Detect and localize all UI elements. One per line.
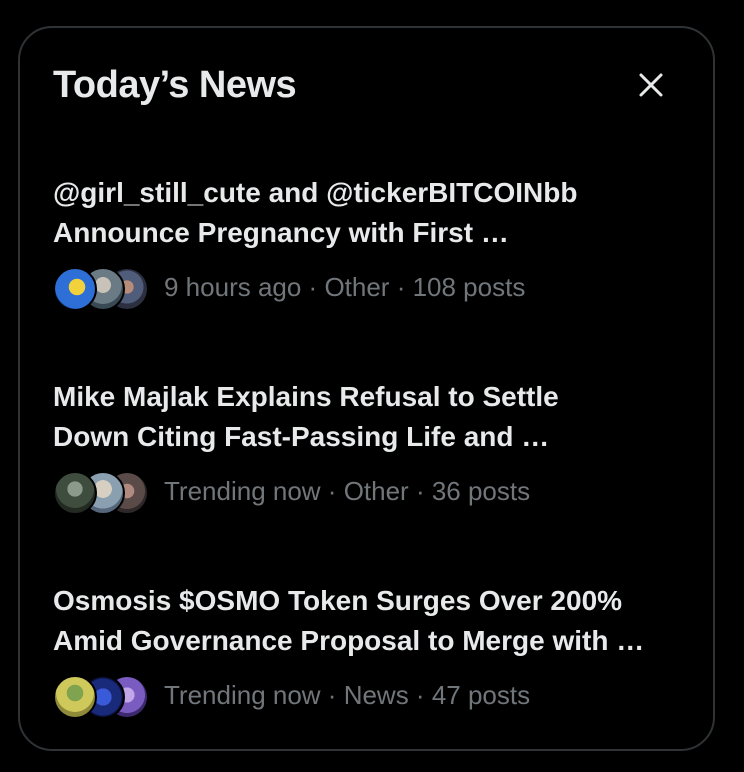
meta-separator: · (301, 272, 325, 302)
panel-title: Today’s News (53, 64, 297, 106)
news-post-count: 108 posts (412, 272, 526, 302)
news-headline: @girl_still_cute and @tickerBITCOINbb An… (53, 177, 578, 248)
news-meta-text: 9 hours ago · Other · 108 posts (164, 272, 525, 303)
news-post-count: 36 posts (431, 476, 531, 506)
meta-separator: · (389, 272, 413, 302)
avatar-stack (53, 675, 149, 721)
news-meta: Trending now · News · 47 posts (53, 673, 693, 721)
meta-separator: · (320, 680, 344, 710)
news-time: Trending now (164, 680, 321, 710)
close-button[interactable] (631, 65, 671, 105)
todays-news-panel: Today’s News @girl_still_cute and @ticke… (18, 26, 715, 751)
news-time: 9 hours ago (164, 272, 302, 302)
news-post-count: 47 posts (431, 680, 531, 710)
avatar (53, 267, 97, 311)
news-meta-text: Trending now · Other · 36 posts (164, 476, 530, 507)
news-headline: Mike Majlak Explains Refusal to Settle D… (53, 381, 559, 452)
meta-separator: · (408, 680, 432, 710)
news-category: Other (343, 476, 409, 506)
news-meta: 9 hours ago · Other · 108 posts (53, 265, 693, 313)
meta-separator: · (320, 476, 344, 506)
avatar (53, 675, 97, 719)
avatar-stack (53, 267, 149, 313)
news-category: Other (324, 272, 390, 302)
avatar (53, 471, 97, 515)
news-item[interactable]: Mike Majlak Explains Refusal to Settle D… (53, 377, 693, 517)
news-meta-text: Trending now · News · 47 posts (164, 680, 530, 711)
news-time: Trending now (164, 476, 321, 506)
close-icon (639, 73, 663, 97)
news-meta: Trending now · Other · 36 posts (53, 469, 693, 517)
avatar-stack (53, 471, 149, 517)
news-item[interactable]: Osmosis $OSMO Token Surges Over 200% Ami… (53, 581, 693, 721)
meta-separator: · (408, 476, 432, 506)
news-item[interactable]: @girl_still_cute and @tickerBITCOINbb An… (53, 173, 693, 313)
news-category: News (343, 680, 409, 710)
news-headline: Osmosis $OSMO Token Surges Over 200% Ami… (53, 585, 645, 656)
